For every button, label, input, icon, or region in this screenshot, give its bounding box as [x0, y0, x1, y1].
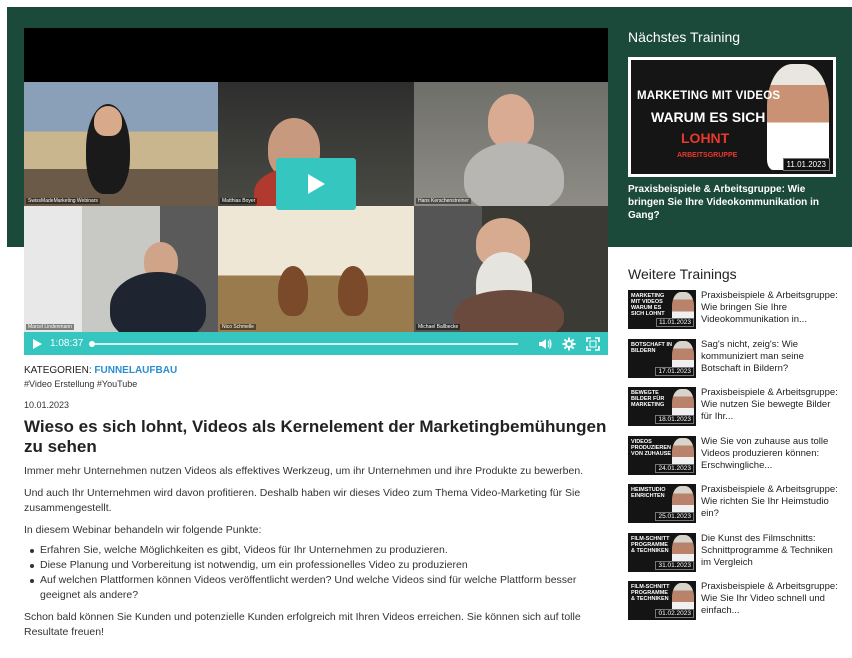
training-item[interactable]: VIDEOS PRODUZIEREN VON ZUHAUSE 24.01.2023… — [628, 435, 843, 485]
training-thumbnail[interactable]: VIDEOS PRODUZIEREN VON ZUHAUSE 24.01.2023 — [628, 435, 696, 475]
training-item[interactable]: BOTSCHAFT IN BILDERN 17.01.2023 Sag's nic… — [628, 338, 843, 388]
bullet-item: Auf welchen Plattformen können Videos ve… — [24, 573, 608, 603]
progress-bar[interactable] — [89, 340, 518, 347]
training-title[interactable]: Wie Sie von zuhause aus tolle Videos pro… — [701, 436, 841, 485]
training-thumbnail[interactable]: BOTSCHAFT IN BILDERN 17.01.2023 — [628, 338, 696, 378]
publish-date: 10.01.2023 — [24, 400, 70, 410]
paragraph: Schon bald können Sie Kunden und potenzi… — [24, 611, 581, 638]
training-item[interactable]: FILM-SCHNITT PROGRAMME & TECHNIKEN 31.01.… — [628, 532, 843, 582]
bullet-list: Erfahren Sie, welche Möglichkeiten es gi… — [24, 543, 608, 603]
play-icon — [308, 174, 325, 194]
categories: KATEGORIEN: FUNNELAUFBAU — [24, 364, 608, 377]
article: KATEGORIEN: FUNNELAUFBAU #Video Erstellu… — [24, 364, 608, 640]
training-title[interactable]: Sag's nicht, zeig's: Wie kommuniziert ma… — [701, 339, 841, 388]
participant-tile: SwissMadeMarketing Webinars — [24, 82, 218, 206]
training-title[interactable]: Praxisbeispiele & Arbeitsgruppe: Wie bri… — [701, 290, 841, 339]
training-thumbnail[interactable]: FILM-SCHNITT PROGRAMME & TECHNIKEN 31.01.… — [628, 532, 696, 572]
thumb-text: BOTSCHAFT IN BILDERN — [631, 341, 672, 354]
gear-icon[interactable] — [562, 337, 576, 351]
participant-name: Michael Ballbecke — [416, 324, 461, 330]
participant-name: Nico Schmelle — [220, 324, 256, 330]
paragraph: Und auch Ihr Unternehmen wird davon prof… — [24, 487, 581, 514]
training-item[interactable]: BEWEGTE BILDER FÜR MARKETING 18.01.2023 P… — [628, 387, 843, 436]
thumb-line: LOHNT — [681, 130, 730, 146]
video-player[interactable]: SwissMadeMarketing Webinars Matthias Boy… — [24, 28, 608, 355]
date-badge: 01.02.2023 — [655, 609, 694, 618]
play-icon[interactable] — [32, 338, 42, 349]
training-title[interactable]: Praxisbeispiele & Arbeitsgruppe: Wie nut… — [701, 387, 841, 436]
next-training-thumbnail[interactable]: MARKETING MIT VIDEOS WARUM ES SICH LOHNT… — [628, 57, 836, 177]
participant-tile: Nico Schmelle — [218, 206, 414, 332]
fullscreen-icon[interactable] — [586, 336, 600, 351]
training-thumbnail[interactable]: FILM-SCHNITT PROGRAMME & TECHNIKEN 01.02.… — [628, 581, 696, 620]
thumb-text: VIDEOS PRODUZIEREN VON ZUHAUSE — [631, 438, 672, 457]
training-title[interactable]: Die Kunst des Filmschnitts: Schnittprogr… — [701, 533, 841, 582]
bullet-item: Erfahren Sie, welche Möglichkeiten es gi… — [24, 543, 608, 558]
presenter-image — [767, 64, 829, 170]
elapsed-time: 1:08:37 — [50, 338, 84, 349]
training-title[interactable]: Praxisbeispiele & Arbeitsgruppe: Wie ric… — [701, 484, 841, 533]
bullet-item: Diese Planung und Vorbereitung ist notwe… — [24, 558, 608, 573]
play-button[interactable] — [276, 158, 356, 210]
thumb-text: BEWEGTE BILDER FÜR MARKETING — [631, 390, 665, 408]
participant-tile: Hans Kerschenstreiner — [414, 82, 608, 206]
paragraph: In diesem Webinar behandeln wir folgende… — [24, 524, 262, 536]
progress-knob[interactable] — [89, 340, 96, 347]
paragraph: Immer mehr Unternehmen nutzen Videos als… — [24, 465, 584, 477]
training-item[interactable]: HEIMSTUDIO EINRICHTEN 25.01.2023 Praxisbe… — [628, 484, 843, 533]
thumb-text: FILM-SCHNITT PROGRAMME & TECHNIKEN — [631, 535, 670, 554]
volume-icon[interactable] — [538, 337, 552, 351]
thumb-line: ARBEITSGRUPPE — [677, 152, 738, 159]
training-list: MARKETING MIT VIDEOS WARUM ES SICH LOHNT… — [628, 290, 843, 630]
training-thumbnail[interactable]: HEIMSTUDIO EINRICHTEN 25.01.2023 — [628, 484, 696, 523]
thumb-text: HEIMSTUDIO EINRICHTEN — [631, 487, 666, 499]
date-badge: 25.01.2023 — [655, 512, 694, 521]
tags: #Video Erstellung #YouTube — [24, 379, 138, 389]
thumb-line: WARUM ES SICH — [651, 109, 766, 125]
thumb-text: MARKETING MIT VIDEOS WARUM ES SICH LOHNT — [631, 293, 665, 317]
next-training-heading: Nächstes Training — [628, 29, 741, 45]
video-letterbox — [24, 28, 608, 82]
participant-tile: Marcel Lindenmann — [24, 206, 218, 332]
more-trainings-heading: Weitere Trainings — [628, 266, 737, 282]
next-training-title[interactable]: Praxisbeispiele & Arbeitsgruppe: Wie bri… — [628, 183, 840, 222]
participant-name: SwissMadeMarketing Webinars — [26, 198, 100, 204]
date-badge: 11.01.2023 — [655, 318, 694, 327]
participant-tile: Michael Ballbecke — [414, 206, 608, 332]
date-badge: 11.01.2023 — [782, 158, 830, 171]
date-badge: 18.01.2023 — [655, 415, 694, 424]
training-thumbnail[interactable]: BEWEGTE BILDER FÜR MARKETING 18.01.2023 — [628, 387, 696, 426]
date-badge: 17.01.2023 — [655, 366, 694, 376]
thumb-text: FILM-SCHNITT PROGRAMME & TECHNIKEN — [631, 584, 670, 602]
participant-name: Matthias Boyer — [220, 198, 258, 204]
training-item[interactable]: FILM-SCHNITT PROGRAMME & TECHNIKEN 01.02.… — [628, 581, 843, 630]
training-title[interactable]: Praxisbeispiele & Arbeitsgruppe: Wie Sie… — [701, 581, 841, 630]
category-link[interactable]: FUNNELAUFBAU — [94, 365, 177, 376]
date-badge: 24.01.2023 — [655, 463, 694, 473]
participant-name: Hans Kerschenstreiner — [416, 198, 471, 204]
player-controls: 1:08:37 — [24, 332, 608, 355]
participant-name: Marcel Lindenmann — [26, 324, 74, 330]
training-item[interactable]: MARKETING MIT VIDEOS WARUM ES SICH LOHNT… — [628, 290, 843, 339]
thumb-line: MARKETING MIT VIDEOS — [637, 90, 781, 102]
categories-label: KATEGORIEN: — [24, 365, 92, 376]
article-title: Wieso es sich lohnt, Videos als Kernelem… — [24, 417, 607, 456]
date-badge: 31.01.2023 — [655, 560, 694, 570]
training-thumbnail[interactable]: MARKETING MIT VIDEOS WARUM ES SICH LOHNT… — [628, 290, 696, 329]
